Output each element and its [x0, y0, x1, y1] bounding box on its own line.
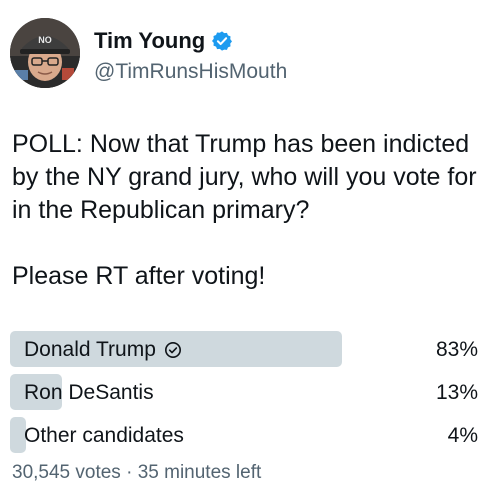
poll-option-label: Donald Trump — [24, 338, 182, 362]
avatar-hat-text: NO — [38, 35, 52, 45]
poll-footer: 30,545 votes · 35 minutes left — [12, 462, 261, 484]
poll-option-label: Ron DeSantis — [24, 381, 154, 405]
poll-votes: 30,545 votes — [12, 462, 121, 483]
check-circle-icon — [164, 341, 181, 359]
avatar[interactable]: NO — [10, 18, 80, 88]
poll-time-left: 35 minutes left — [137, 462, 262, 483]
verified-badge-icon — [212, 31, 233, 51]
tweet-body: POLL: Now that Trump has been indicted b… — [12, 128, 492, 293]
poll-option-text: Donald Trump — [24, 338, 156, 361]
avatar-image: NO — [10, 18, 80, 88]
poll-separator: · — [126, 462, 133, 483]
poll: Donald Trump 83% Ron DeSantis 13% Other … — [10, 331, 490, 460]
tweet-header: NO Tim Young @TimRunsHisMouth — [10, 18, 490, 90]
poll-option-percent: 4% — [447, 424, 478, 447]
poll-option-percent: 13% — [435, 381, 478, 404]
poll-option: Other candidates 4% — [10, 417, 490, 453]
poll-option: Ron DeSantis 13% — [10, 374, 490, 410]
poll-option: Donald Trump 83% — [10, 331, 490, 367]
tweet-cta: Please RT after voting! — [12, 262, 266, 290]
poll-option-label: Other candidates — [24, 424, 184, 448]
display-name[interactable]: Tim Young — [94, 28, 205, 54]
poll-option-percent: 83% — [435, 338, 478, 361]
poll-option-text: Other candidates — [24, 424, 184, 447]
handle[interactable]: @TimRunsHisMouth — [94, 60, 287, 84]
tweet-text: POLL: Now that Trump has been indicted b… — [12, 130, 477, 224]
poll-option-text: Ron DeSantis — [24, 381, 154, 404]
name-line: Tim Young — [94, 28, 233, 54]
